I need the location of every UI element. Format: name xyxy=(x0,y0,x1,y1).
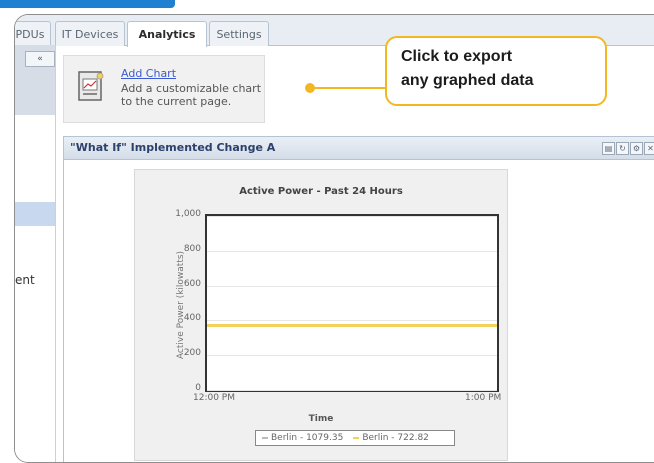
callout-dot xyxy=(305,83,315,93)
left-nav-selected-item[interactable] xyxy=(15,202,55,226)
y-tick-label: 0 xyxy=(195,383,201,393)
gridline xyxy=(207,390,497,391)
chart-panel: "What If" Implemented Change A ▤ ↻ ⚙ ✕ A… xyxy=(63,136,654,462)
tab-settings[interactable]: Settings xyxy=(209,21,269,46)
legend-label-0: Berlin - 1079.35 xyxy=(271,433,344,443)
add-chart-description: Add a customizable chart to the current … xyxy=(121,82,262,108)
close-icon[interactable]: ✕ xyxy=(644,142,654,155)
callout-text-line2: any graphed data xyxy=(401,72,534,89)
gridline xyxy=(207,285,497,287)
y-tick-label: 800 xyxy=(183,243,201,254)
legend-item-1: Berlin - 722.82 xyxy=(353,433,429,443)
tab-analytics[interactable]: Analytics xyxy=(127,21,207,47)
gridline xyxy=(207,216,497,217)
callout-box: Click to export any graphed data xyxy=(385,36,607,106)
callout-connector xyxy=(311,87,387,89)
gridline xyxy=(207,355,497,357)
left-nav-header: « xyxy=(15,45,55,115)
chart-area: Active Power - Past 24 Hours Active Powe… xyxy=(134,169,508,461)
left-nav: « ent xyxy=(15,45,56,462)
legend-label-1: Berlin - 722.82 xyxy=(362,433,429,443)
panel-title: "What If" Implemented Change A xyxy=(70,141,276,154)
chart-legend: Berlin - 1079.35 Berlin - 722.82 xyxy=(255,430,455,446)
y-tick-label: 200 xyxy=(183,348,201,359)
chart-title: Active Power - Past 24 Hours xyxy=(239,186,403,197)
callout-text-line1: Click to export xyxy=(401,48,513,65)
add-chart-tile[interactable]: Add Chart Add a customizable chart to th… xyxy=(63,55,265,123)
y-tick-label: 600 xyxy=(183,278,201,289)
collapse-button[interactable]: « xyxy=(25,51,55,67)
left-nav-item-label[interactable]: ent xyxy=(15,273,35,287)
legend-item-0: Berlin - 1079.35 xyxy=(262,433,343,443)
x-tick-0: 12:00 PM xyxy=(193,393,235,403)
y-tick-label: 400 xyxy=(183,313,201,324)
panel-header: "What If" Implemented Change A ▤ ↻ ⚙ ✕ xyxy=(64,137,654,160)
tab-it-devices[interactable]: IT Devices xyxy=(55,21,125,46)
add-chart-link[interactable]: Add Chart xyxy=(121,67,176,80)
export-icon[interactable]: ▤ xyxy=(602,142,615,155)
app-window: PDUs IT Devices Analytics Settings « ent… xyxy=(14,14,654,463)
series-line-0 xyxy=(207,289,497,293)
gridline xyxy=(207,250,497,252)
y-tick-label: 1,000 xyxy=(175,209,201,219)
refresh-icon[interactable]: ↻ xyxy=(616,142,629,155)
x-tick-1: 1:00 PM xyxy=(465,393,502,403)
chart-document-icon xyxy=(78,71,104,101)
y-axis-label: Active Power (kilowatts) xyxy=(176,250,187,360)
settings-icon[interactable]: ⚙ xyxy=(630,142,643,155)
x-axis-label: Time xyxy=(308,414,334,424)
series-line-1 xyxy=(207,324,497,328)
tab-pdus[interactable]: PDUs xyxy=(15,21,51,46)
gridline xyxy=(207,320,497,322)
plot-area xyxy=(205,214,499,392)
brand-bar xyxy=(0,0,175,8)
